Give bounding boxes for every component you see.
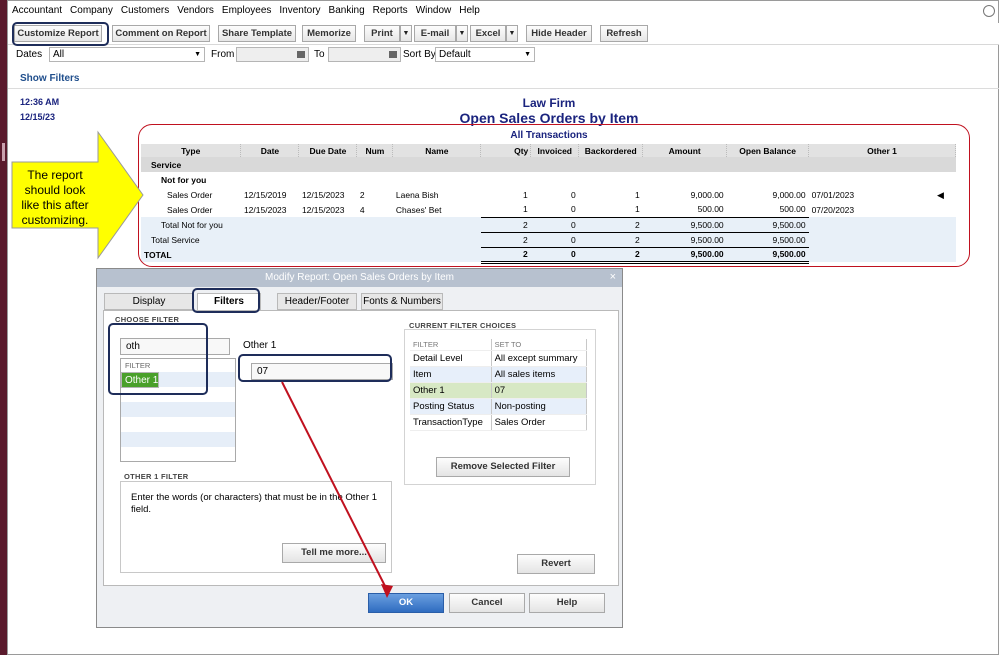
menu-banking[interactable]: Banking: [325, 5, 369, 21]
divider: [8, 88, 999, 89]
share-template-button[interactable]: Share Template: [218, 25, 296, 42]
table-row[interactable]: Other 1 07: [410, 382, 588, 399]
report-time: 12:36 AM: [20, 97, 60, 107]
menu-vendors[interactable]: Vendors: [173, 5, 218, 21]
excel-button[interactable]: Excel: [470, 25, 506, 42]
calendar-icon[interactable]: [389, 51, 397, 58]
filter-description: Enter the words (or characters) that mus…: [131, 492, 378, 515]
callout-text: The report should look like this after c…: [21, 168, 89, 227]
current-filter-table: FILTER SET TO Detail Level All except sum…: [410, 339, 588, 431]
dates-value: All: [53, 49, 65, 60]
comment-report-button[interactable]: Comment on Report: [112, 25, 210, 42]
sort-by-value: Default: [439, 49, 471, 60]
report-highlight: [138, 124, 970, 267]
dialog-title: Modify Report: Open Sales Orders by Item: [97, 269, 622, 287]
table-row[interactable]: Posting Status Non-posting: [410, 398, 588, 415]
close-icon[interactable]: ×: [610, 271, 616, 283]
hide-header-button[interactable]: Hide Header: [526, 25, 592, 42]
email-dropdown-icon[interactable]: ▼: [456, 25, 468, 42]
dates-select[interactable]: All ▼: [49, 47, 205, 62]
set-to-cell: Sales Order: [491, 414, 588, 431]
table-header-row: FILTER SET TO: [410, 339, 588, 351]
calendar-icon[interactable]: [297, 51, 305, 58]
show-filters-link[interactable]: Show Filters: [20, 73, 79, 84]
set-to-cell: All sales items: [491, 366, 588, 383]
set-to-cell: 07: [491, 382, 588, 399]
filter-cell: Item: [410, 366, 492, 383]
date-filter-row: Dates All ▼ From To Sort By Default ▼: [8, 47, 999, 65]
refresh-button[interactable]: Refresh: [600, 25, 648, 42]
filters-tab-highlight: [192, 288, 260, 313]
report-company: Law Firm: [522, 96, 576, 110]
clock-icon[interactable]: [983, 5, 995, 17]
to-date-field[interactable]: [328, 47, 401, 62]
to-label: To: [314, 49, 325, 60]
excel-dropdown-icon[interactable]: ▼: [506, 25, 518, 42]
menu-reports[interactable]: Reports: [369, 5, 412, 21]
cancel-button[interactable]: Cancel: [449, 593, 525, 613]
dates-label: Dates: [16, 49, 43, 60]
from-label: From: [211, 49, 235, 60]
filter-cell: Posting Status: [410, 398, 492, 415]
help-button[interactable]: Help: [529, 593, 605, 613]
memorize-button[interactable]: Memorize: [302, 25, 356, 42]
menu-accountant[interactable]: Accountant: [8, 5, 66, 21]
menu-company[interactable]: Company: [66, 5, 117, 21]
modify-report-dialog: Modify Report: Open Sales Orders by Item…: [96, 268, 623, 628]
remove-filter-button[interactable]: Remove Selected Filter: [436, 457, 570, 477]
revert-button[interactable]: Revert: [517, 554, 595, 574]
sort-by-label: Sort By: [403, 49, 436, 60]
ok-button[interactable]: OK: [368, 593, 444, 613]
table-row[interactable]: Item All sales items: [410, 366, 588, 383]
set-to-cell: All except summary: [491, 350, 588, 367]
tab-fonts-numbers[interactable]: Fonts & Numbers: [361, 293, 443, 310]
chevron-down-icon: ▼: [524, 51, 531, 58]
menu-customers[interactable]: Customers: [117, 5, 173, 21]
filter-cell: Detail Level: [410, 350, 492, 367]
other1-filter-heading: OTHER 1 FILTER: [124, 472, 189, 481]
edge-handle: [2, 143, 5, 161]
menu-inventory[interactable]: Inventory: [275, 5, 324, 21]
chevron-down-icon: ▼: [194, 51, 201, 58]
tab-header-footer[interactable]: Header/Footer: [277, 293, 357, 310]
selected-filter-label: Other 1: [243, 340, 277, 351]
tab-display[interactable]: Display: [104, 293, 194, 310]
tell-me-more-button[interactable]: Tell me more...: [282, 543, 386, 563]
report-toolbar: Customize Report Comment on Report Share…: [8, 23, 999, 45]
menu-window[interactable]: Window: [412, 5, 456, 21]
from-date-field[interactable]: [236, 47, 309, 62]
filter-cell: TransactionType: [410, 414, 492, 431]
customize-highlight: [12, 22, 109, 46]
column-header: FILTER: [410, 339, 492, 351]
report-date: 12/15/23: [20, 112, 56, 122]
filter-cell: Other 1: [410, 382, 492, 399]
column-header: SET TO: [491, 339, 588, 351]
table-row[interactable]: TransactionType Sales Order: [410, 414, 588, 431]
filter-search-highlight: [108, 323, 208, 395]
table-row[interactable]: Detail Level All except summary: [410, 350, 588, 367]
window-edge: [0, 0, 7, 655]
menu-help[interactable]: Help: [455, 5, 484, 21]
menu-bar: Accountant Company Customers Vendors Emp…: [8, 5, 484, 21]
sort-by-select[interactable]: Default ▼: [435, 47, 535, 62]
filter-value-highlight: [238, 354, 392, 382]
menu-employees[interactable]: Employees: [218, 5, 275, 21]
print-dropdown-icon[interactable]: ▼: [400, 25, 412, 42]
email-button[interactable]: E-mail: [414, 25, 456, 42]
print-button[interactable]: Print: [364, 25, 400, 42]
set-to-cell: Non-posting: [491, 398, 588, 415]
